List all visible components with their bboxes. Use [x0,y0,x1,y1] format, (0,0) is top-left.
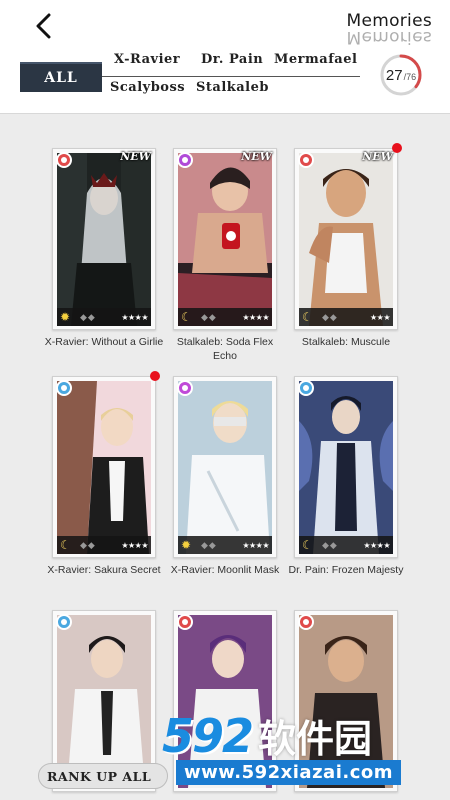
card-caption: Stalkaleb: Muscule [301,336,391,348]
rarity-badge [56,614,72,630]
card-info-bar: ☾ ◆◆ ★★★ [299,308,393,326]
rarity-badge [298,380,314,396]
header: Memories Memories ALL X-Ravier Dr. Pain … [0,0,450,114]
total-count: /76 [403,72,417,82]
card-caption: X-Ravier: Without a Girlie [44,336,164,348]
gem-icon: ◆◆ [322,311,338,322]
card-frame: ☾ ◆◆ ★★★★ [52,371,160,558]
tab-scalyboss[interactable]: Scalyboss [108,80,188,95]
star-rating: ★★★★ [363,540,390,550]
card-frame: ✹ ◆◆ ★★★★ [173,376,277,558]
new-label: NEW [241,150,272,163]
card-artwork: ✹ ◆◆ ★★★★ [178,381,272,554]
card-frame: ☾ ◆◆ ★★★★ NEW [173,148,277,330]
page-title-block: Memories Memories [322,11,432,47]
sun-icon: ✹ [181,538,192,552]
back-button[interactable] [28,10,60,42]
card-caption: X-Ravier: Sakura Secret [47,564,161,576]
new-label: NEW [120,150,151,163]
memory-card[interactable]: ✹ ◆◆ ★★★★ X-Ravier: Moonlit Mask [171,376,279,577]
memory-card[interactable]: ☾ ◆◆ ★★★★ NEW Stalkaleb: Soda Flex Echo [173,148,277,363]
rarity-badge [56,152,72,168]
tab-mermafael[interactable]: Mermafael [272,52,360,67]
star-rating: ★★★ [369,312,391,322]
watermark: 592 软件园 www.592xiazai.com [150,706,450,800]
card-caption: X-Ravier: Moonlit Mask [170,564,280,576]
card-artwork: ☾ ◆◆ ★★★★ [299,381,393,554]
star-rating: ★★★★ [121,312,148,322]
card-info-bar: ☾ ◆◆ ★★★★ [57,536,151,554]
card-artwork: ✹ ◆◆ ★★★★ [57,153,151,326]
star-rating: ★★★★ [242,312,269,322]
star-rating: ★★★★ [242,540,269,550]
gem-icon: ◆◆ [322,539,338,550]
memory-card[interactable]: ✹ ◆◆ ★★★★ NEW X-Ravier: Without a Girlie [45,148,163,349]
character-filter-tabs: ALL X-Ravier Dr. Pain Mermafael Scalybos… [0,52,370,104]
notification-dot [150,371,160,381]
watermark-text: 软件园 [258,717,373,761]
collection-count: 27/76 [379,53,423,97]
new-label: NEW [362,150,393,163]
rank-up-all-button[interactable]: RANK UP ALL [38,763,168,789]
rarity-badge [298,152,314,168]
tab-stalkaleb[interactable]: Stalkaleb [194,80,271,95]
card-frame: ☾ ◆◆ ★★★ NEW [294,143,402,330]
card-caption: Stalkaleb: Soda Flex Echo [176,336,274,362]
watermark-brand: 592 软件园 [162,708,372,763]
memory-card[interactable]: ☾ ◆◆ ★★★★ Dr. Pain: Frozen Majesty [289,376,403,577]
card-frame: ✹ ◆◆ ★★★★ NEW [52,148,156,330]
memory-card-grid: ✹ ◆◆ ★★★★ NEW X-Ravier: Without a Girlie [0,114,450,800]
card-artwork: ☾ ◆◆ ★★★ [299,153,393,326]
rarity-badge [177,614,193,630]
gem-icon: ◆◆ [201,539,217,550]
moon-icon: ☾ [60,538,71,552]
card-info-bar: ☾ ◆◆ ★★★★ [178,308,272,326]
moon-icon: ☾ [302,310,313,324]
sun-icon: ✹ [60,310,71,324]
card-info-bar: ☾ ◆◆ ★★★★ [299,536,393,554]
card-info-bar: ✹ ◆◆ ★★★★ [57,308,151,326]
gem-icon: ◆◆ [201,311,217,322]
watermark-url: www.592xiazai.com [176,760,401,785]
rarity-badge [298,614,314,630]
memory-card[interactable]: ☾ ◆◆ ★★★ NEW Stalkaleb: Muscule [294,143,402,349]
rarity-badge [56,380,72,396]
tab-all[interactable]: ALL [20,62,102,92]
moon-icon: ☾ [302,538,313,552]
card-caption: Dr. Pain: Frozen Majesty [288,564,404,576]
collected-count: 27 [385,66,403,84]
card-frame: ☾ ◆◆ ★★★★ [294,376,398,558]
gem-icon: ◆◆ [80,311,96,322]
rarity-badge [177,152,193,168]
star-rating: ★★★★ [121,540,148,550]
card-artwork: ☾ ◆◆ ★★★★ [57,381,151,554]
memory-card[interactable]: ☾ ◆◆ ★★★★ X-Ravier: Sakura Secret [47,371,161,577]
watermark-number: 592 [162,708,254,763]
page-title-reflection: Memories [346,27,432,47]
collection-progress: 27/76 [379,53,423,97]
gem-icon: ◆◆ [80,539,96,550]
moon-icon: ☾ [181,310,192,324]
tab-x-ravier[interactable]: X-Ravier [112,52,183,67]
card-artwork: ☾ ◆◆ ★★★★ [178,153,272,326]
card-info-bar: ✹ ◆◆ ★★★★ [178,536,272,554]
notification-dot [392,143,402,153]
chevron-left-icon [36,13,51,39]
rarity-badge [177,380,193,396]
tab-dr-pain[interactable]: Dr. Pain [199,52,266,67]
